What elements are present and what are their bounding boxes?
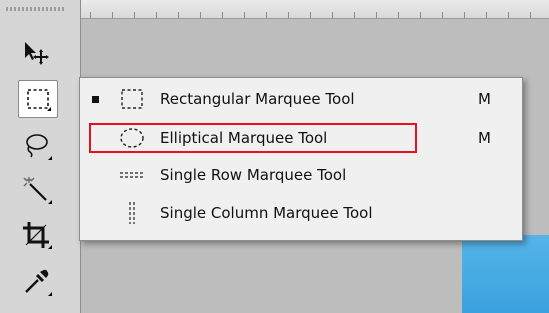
flyout-indicator-icon	[48, 245, 52, 249]
move-tool-button[interactable]	[14, 33, 58, 73]
flyout-indicator-icon	[48, 292, 52, 296]
ruler-tick	[156, 12, 157, 18]
menu-item-shortcut: M	[478, 129, 491, 147]
lasso-icon	[26, 134, 48, 158]
ruler-tick	[310, 12, 311, 18]
selected-bullet-icon	[92, 95, 99, 103]
single-row-marquee-icon	[118, 163, 146, 187]
single-column-marquee-icon	[118, 201, 146, 225]
ruler-tick	[288, 12, 289, 18]
flyout-indicator-icon	[48, 200, 52, 204]
ruler-tick	[178, 12, 179, 18]
document-canvas[interactable]	[462, 235, 549, 313]
menu-item-shortcut: M	[478, 90, 491, 108]
menu-item-single-column-marquee[interactable]: Single Column Marquee Tool	[80, 196, 522, 230]
ruler-tick	[508, 12, 509, 18]
ruler-tick	[244, 12, 245, 18]
ruler-tick	[442, 12, 443, 18]
ruler-tick	[222, 12, 223, 18]
tools-panel	[0, 0, 81, 313]
menu-item-single-row-marquee[interactable]: Single Row Marquee Tool	[80, 158, 522, 192]
crop-tool-button[interactable]	[14, 215, 58, 255]
menu-item-label: Single Row Marquee Tool	[160, 166, 347, 184]
ruler-tick	[486, 12, 487, 18]
magic-wand-tool-button[interactable]	[14, 170, 58, 210]
lasso-tool-button[interactable]	[14, 126, 58, 166]
flyout-indicator-icon	[48, 156, 52, 160]
top-ruler	[80, 0, 549, 19]
ruler-tick	[332, 12, 333, 18]
flyout-indicator-icon	[47, 107, 51, 111]
rectangular-marquee-icon	[118, 87, 146, 111]
menu-item-label: Single Column Marquee Tool	[160, 204, 373, 222]
ruler-tick	[420, 12, 421, 18]
ruler-tick	[266, 12, 267, 18]
ruler-tick	[134, 12, 135, 18]
menu-item-label: Rectangular Marquee Tool	[160, 90, 355, 108]
marquee-tool-button[interactable]	[18, 80, 58, 118]
menu-item-rectangular-marquee[interactable]: Rectangular Marquee Tool M	[80, 82, 522, 116]
ruler-tick	[112, 12, 113, 18]
ruler-tick	[90, 12, 91, 18]
eyedropper-tool-button[interactable]	[14, 262, 58, 302]
ruler-tick	[398, 12, 399, 18]
ruler-tick	[464, 12, 465, 18]
panel-grip[interactable]	[6, 7, 66, 11]
ruler-tick	[354, 12, 355, 18]
ruler-tick	[200, 12, 201, 18]
marquee-tool-flyout-menu: Rectangular Marquee Tool M Elliptical Ma…	[79, 77, 523, 241]
highlight-annotation-box	[89, 123, 417, 153]
ruler-tick	[530, 12, 531, 18]
ruler-tick	[376, 12, 377, 18]
move-icon	[25, 42, 49, 65]
